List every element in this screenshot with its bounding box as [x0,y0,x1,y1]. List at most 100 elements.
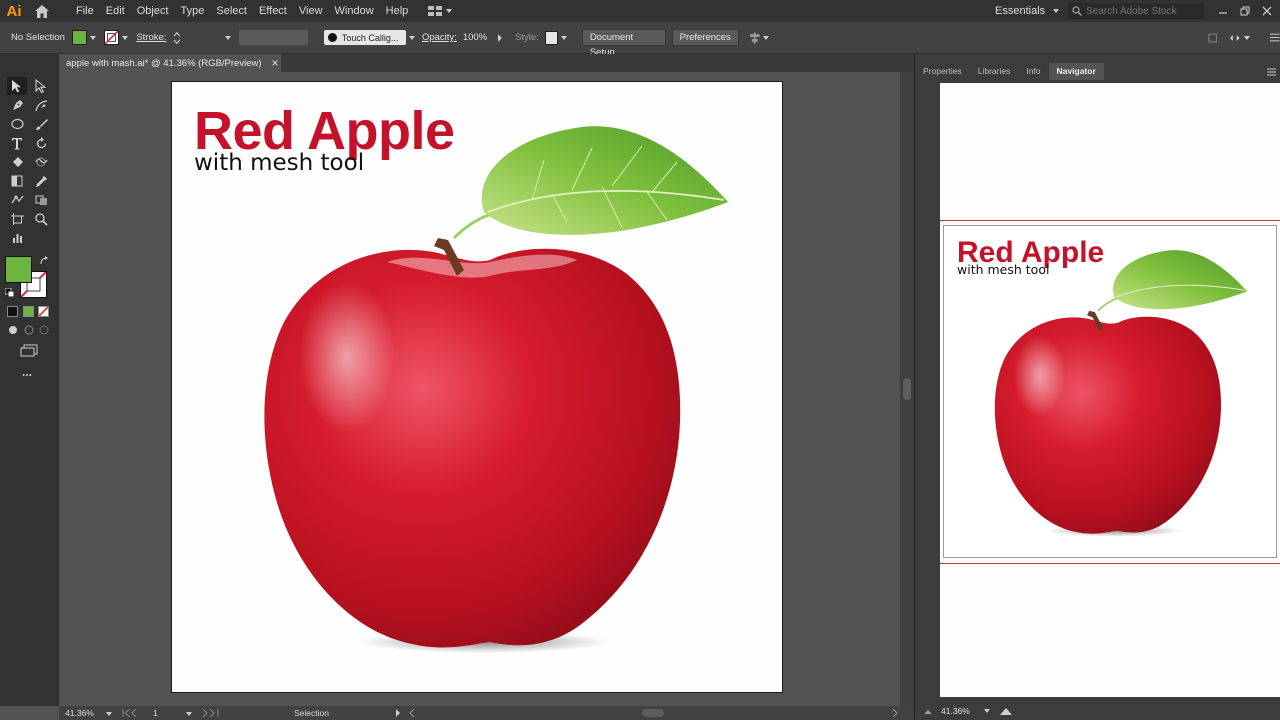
canvas-area[interactable]: Red Apple with mesh tool [59,72,900,706]
warp-tool[interactable] [31,153,51,171]
search-input[interactable] [1086,5,1196,17]
tab-info[interactable]: Info [1018,63,1048,80]
fill-swatch[interactable] [72,30,87,45]
arrange-dropdown[interactable] [1241,31,1253,45]
minimize-icon[interactable] [1218,6,1228,16]
draw-behind-icon[interactable] [24,325,34,335]
stroke-weight-field[interactable] [184,30,223,45]
menu-edit[interactable]: Edit [100,0,131,22]
graph-tool[interactable] [7,229,27,247]
navigator-zoom-dropdown[interactable] [983,709,990,713]
align-icon[interactable] [749,31,761,44]
artboard-next-icon[interactable] [202,709,224,717]
artboard-number[interactable]: 1 [153,708,158,718]
gradient-mode-button[interactable] [23,306,34,317]
type-tool[interactable] [7,134,27,152]
menu-type[interactable]: Type [175,0,211,22]
scroll-left-icon[interactable] [409,709,415,717]
stroke-dropdown[interactable] [119,31,131,45]
zoom-in-icon[interactable] [999,707,1012,716]
menu-help[interactable]: Help [380,0,415,22]
panel-menu-icon[interactable] [1270,33,1280,42]
shape-builder-tool[interactable] [31,191,51,209]
arrange-documents-button[interactable] [428,6,453,16]
direct-selection-tool[interactable] [31,77,51,95]
stroke-swatch[interactable] [104,30,119,45]
scrollbar-thumb[interactable] [903,378,911,400]
menu-object[interactable]: Object [131,0,175,22]
ellipse-tool[interactable] [7,115,27,133]
home-icon [35,4,49,18]
artboard[interactable]: Red Apple with mesh tool [171,81,783,693]
stroke-label[interactable]: Stroke: [136,32,166,43]
default-fill-stroke-icon[interactable] [5,288,14,297]
paintbrush-tool[interactable] [31,115,51,133]
opacity-value[interactable]: 100% [463,32,497,43]
control-bar: No Selection Stroke: Touch Callig... Opa… [0,22,1280,58]
arrange-icon[interactable] [1229,32,1241,44]
draw-inside-icon[interactable] [39,325,49,335]
stroke-weight-dropdown[interactable] [222,31,234,45]
selection-tool[interactable] [7,77,27,95]
align-dropdown[interactable] [760,31,772,45]
draw-normal-icon[interactable] [8,325,18,335]
navigator-preview[interactable]: Red Apple with mesh tool [940,83,1280,697]
fill-dropdown[interactable] [87,31,99,45]
brush-definition-field[interactable]: Touch Callig... [323,30,407,45]
rotate-tool[interactable] [31,134,51,152]
red-apple-illustration[interactable] [172,82,783,693]
zoom-tool[interactable] [31,210,51,228]
document-tab-title: apple with mash.ai* @ 41.36% (RGB/Previe… [66,57,262,69]
variable-width-profile[interactable] [238,30,308,45]
menu-file[interactable]: File [70,0,100,22]
swap-fill-stroke-icon[interactable] [39,256,49,266]
search-icon [1072,6,1082,16]
curvature-tool[interactable] [31,96,51,114]
menu-effect[interactable]: Effect [253,0,293,22]
menu-select[interactable]: Select [210,0,253,22]
horizontal-scrollbar-thumb[interactable] [642,709,664,717]
eraser-tool[interactable] [7,153,27,171]
menu-view[interactable]: View [293,0,329,22]
fill-color-box[interactable] [5,256,32,283]
zoom-level[interactable]: 41.36% [65,708,94,718]
artboard-tool[interactable] [7,210,27,228]
tab-navigator[interactable]: Navigator [1048,63,1104,80]
stock-search-box[interactable] [1068,3,1204,19]
opacity-label[interactable]: Opacity: [422,32,457,43]
puppet-warp-tool[interactable] [7,191,27,209]
home-button[interactable] [30,0,54,22]
edit-toolbar-button[interactable]: ... [22,365,32,379]
preferences-button[interactable]: Preferences [671,29,739,46]
tab-libraries[interactable]: Libraries [970,63,1019,80]
restore-icon[interactable] [1240,6,1250,16]
artboard-dropdown[interactable] [186,712,192,716]
menu-window[interactable]: Window [329,0,380,22]
none-mode-button[interactable] [38,306,49,317]
color-mode-button[interactable] [7,306,18,317]
vertical-scrollbar[interactable] [900,72,914,706]
document-tab[interactable]: apple with mash.ai* @ 41.36% (RGB/Previe… [59,54,281,72]
close-icon[interactable] [1262,6,1272,16]
document-setup-button[interactable]: Document Setup [581,29,666,58]
navigator-zoom-value[interactable]: 41.36% [941,706,970,716]
close-tab-button[interactable]: × [272,56,279,70]
brush-dropdown[interactable] [406,31,418,45]
chevron-right-icon[interactable] [497,33,503,42]
isolate-icon[interactable] [1208,33,1218,43]
scroll-right-icon[interactable] [892,709,898,717]
artboard-nav-icon[interactable] [122,709,144,717]
gradient-tool[interactable] [7,172,27,190]
eyedropper-tool[interactable] [31,172,51,190]
pen-tool[interactable] [7,96,27,114]
workspace-switcher[interactable]: Essentials [995,0,1060,22]
tab-properties[interactable]: Properties [915,63,970,80]
style-dropdown[interactable] [558,31,570,45]
chevron-right-icon[interactable] [395,709,401,717]
zoom-dropdown[interactable] [106,712,112,716]
zoom-out-icon[interactable] [923,707,933,715]
screen-mode-icon[interactable] [20,344,38,357]
stroke-weight-stepper-icon[interactable] [173,31,181,45]
panel-menu-icon[interactable] [1267,68,1276,76]
style-swatch[interactable] [544,30,559,45]
